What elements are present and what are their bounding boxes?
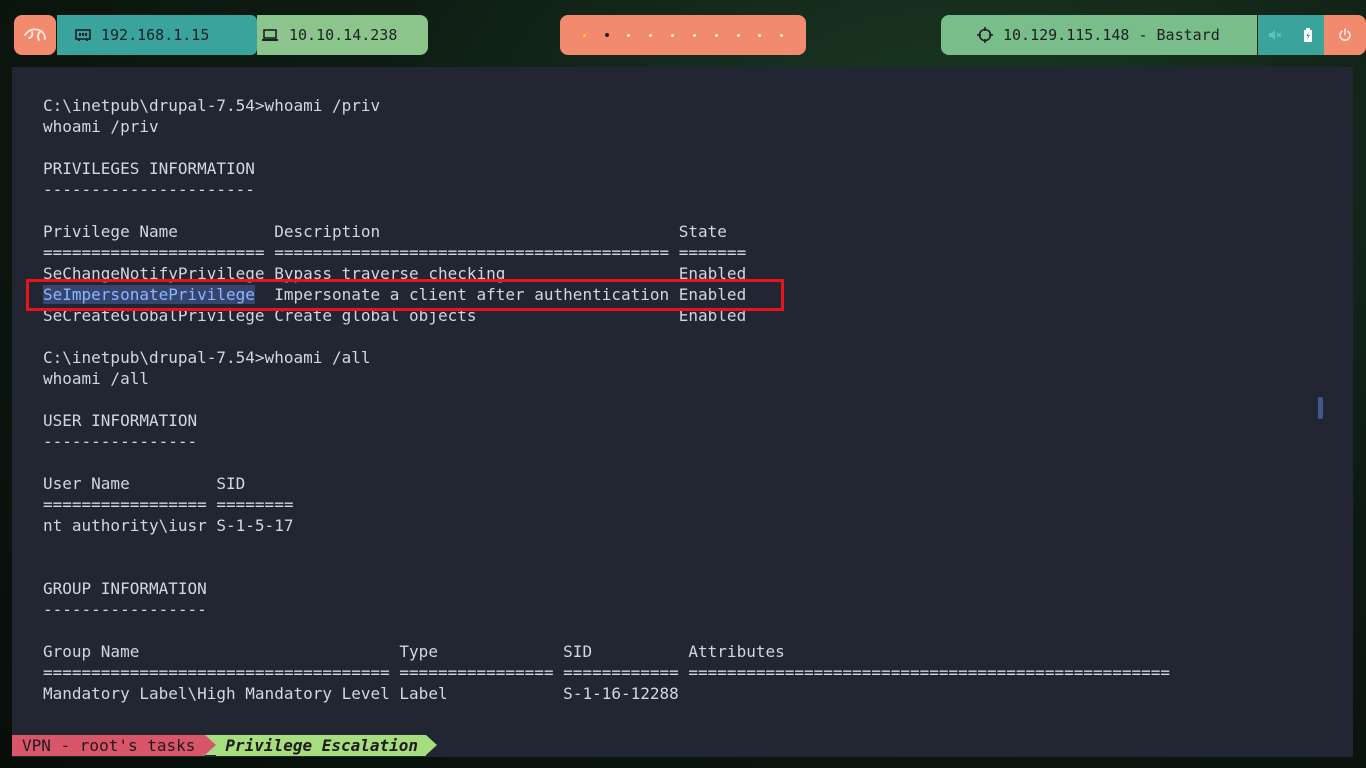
terminal-line: GROUP INFORMATION: [43, 579, 207, 598]
speaker-muted-icon: [1269, 30, 1282, 40]
top-panel: 192.168.1.15 10.10.14.238 10.129.115.148…: [0, 0, 1366, 68]
workspace-dot[interactable]: [671, 33, 675, 37]
network-card-icon: [75, 29, 91, 41]
terminal-line: whoami /all: [43, 369, 149, 388]
battery-charging-icon: [1304, 28, 1312, 42]
terminal-line: ================= ========: [43, 495, 294, 514]
powerline-separator: [426, 735, 438, 755]
terminal-line: ----------------------: [43, 180, 255, 199]
vpn-ip-text: 10.10.14.238: [289, 26, 398, 44]
workspace-dot[interactable]: [780, 33, 784, 37]
terminal-line: C:\inetpub\drupal-7.54>whoami /all: [43, 348, 371, 367]
workspace-dot[interactable]: [736, 33, 740, 37]
workspace-dot[interactable]: [758, 33, 762, 37]
workspace-dot[interactable]: [714, 33, 718, 37]
terminal-line: C:\inetpub\drupal-7.54>whoami /priv: [43, 96, 381, 115]
window-tab-active[interactable]: Privilege Escalation: [216, 735, 427, 756]
terminal-window[interactable]: C:\inetpub\drupal-7.54>whoami /priv whoam…: [12, 67, 1353, 757]
laptop-icon: [262, 29, 278, 41]
target-indicator: 10.129.115.148 - Bastard: [941, 15, 1257, 55]
workspace-dot[interactable]: [604, 33, 609, 37]
power-button[interactable]: [1324, 15, 1366, 55]
terminal-line: ==================================== ===…: [43, 663, 1171, 682]
terminal-line: nt authority\iusr S-1-5-17: [43, 516, 294, 535]
kali-menu-button[interactable]: [14, 15, 56, 55]
terminal-line: PRIVILEGES INFORMATION: [43, 159, 255, 178]
terminal-line: USER INFORMATION: [43, 411, 198, 430]
powerline-separator: [205, 735, 217, 755]
kali-dragon-icon: [24, 28, 46, 41]
terminal-output[interactable]: C:\inetpub\drupal-7.54>whoami /priv whoam…: [43, 95, 1170, 704]
terminal-line: -----------------: [43, 600, 207, 619]
session-name: VPN - root's tasks: [12, 735, 206, 756]
tmux-status-bar: VPN - root's tasks Privilege Escalation: [12, 735, 438, 756]
power-icon: [1339, 28, 1351, 41]
terminal-line: ======================= ================…: [43, 243, 747, 262]
target-text: 10.129.115.148 - Bastard: [1003, 26, 1220, 44]
workspace-dot[interactable]: [627, 33, 631, 37]
local-ip-indicator: 192.168.1.15: [57, 15, 257, 55]
terminal-line: ----------------: [43, 432, 198, 451]
workspace-dot[interactable]: [692, 33, 696, 37]
workspace-dot[interactable]: [582, 33, 586, 37]
vpn-ip-indicator: 10.10.14.238: [257, 15, 428, 55]
highlight-annotation-box: [26, 279, 784, 311]
workspace-switcher[interactable]: [560, 15, 806, 55]
terminal-line: User Name SID: [43, 474, 246, 493]
workspace-dot[interactable]: [649, 33, 653, 37]
terminal-line: Group Name Type SID Attributes: [43, 642, 785, 661]
local-ip-text: 192.168.1.15: [101, 26, 210, 44]
terminal-line: Privilege Name Description State: [43, 222, 727, 241]
terminal-line: whoami /priv: [43, 117, 159, 136]
terminal-scrollbar[interactable]: [1318, 397, 1323, 419]
volume-button[interactable]: [1258, 15, 1292, 55]
terminal-line: Mandatory Label\High Mandatory Level Lab…: [43, 684, 679, 703]
crosshair-icon: [977, 27, 993, 43]
battery-indicator[interactable]: [1292, 15, 1324, 55]
